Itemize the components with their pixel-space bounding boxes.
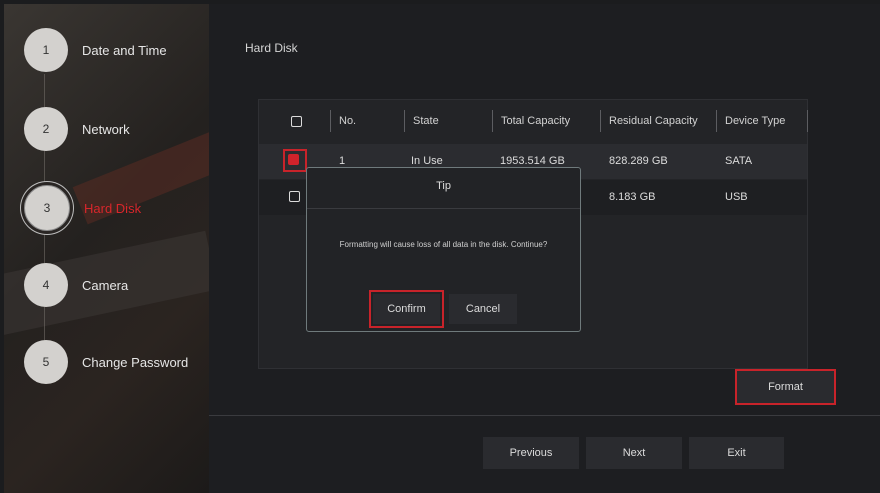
header-no: No. <box>339 115 357 127</box>
confirm-button[interactable]: Confirm <box>373 294 440 324</box>
step-number: 2 <box>24 107 68 151</box>
dialog-message: Formatting will cause loss of all data i… <box>339 240 548 249</box>
step-date-and-time[interactable]: 1 Date and Time <box>4 28 167 72</box>
row-checkbox[interactable] <box>288 154 299 165</box>
wizard-sidebar: 1 Date and Time 2 Network 3 Hard Disk 4 … <box>4 4 209 493</box>
header-state: State <box>413 115 439 127</box>
step-camera[interactable]: 4 Camera <box>4 263 128 307</box>
step-number: 3 <box>24 185 70 231</box>
dialog-title: Tip <box>307 168 580 209</box>
cell-residual-capacity: 828.289 GB <box>609 155 668 167</box>
cancel-button[interactable]: Cancel <box>449 294 517 324</box>
cell-state: In Use <box>411 155 443 167</box>
header-total-capacity: Total Capacity <box>501 115 571 127</box>
previous-button[interactable]: Previous <box>483 437 579 469</box>
column-divider <box>404 110 405 132</box>
step-number: 1 <box>24 28 68 72</box>
cell-no: 1 <box>339 155 346 167</box>
main-panel: Hard Disk No. State Total Capacity Resid… <box>209 4 880 493</box>
footer-divider <box>209 415 880 416</box>
step-label: Change Password <box>82 354 189 370</box>
format-button[interactable]: Format <box>737 371 834 403</box>
step-network[interactable]: 2 Network <box>4 107 130 151</box>
column-divider <box>330 110 331 132</box>
tip-dialog: Tip Formatting will cause loss of all da… <box>306 167 581 332</box>
select-all-checkbox[interactable] <box>291 116 302 127</box>
step-label: Date and Time <box>82 42 167 58</box>
table-header: No. State Total Capacity Residual Capaci… <box>259 100 808 144</box>
row-checkbox[interactable] <box>289 191 300 202</box>
step-hard-disk[interactable]: 3 Hard Disk <box>4 185 141 231</box>
step-change-password[interactable]: 5 Change Password <box>4 340 188 384</box>
step-label: Network <box>82 121 130 137</box>
column-divider <box>492 110 493 132</box>
column-divider <box>600 110 601 132</box>
cell-residual-capacity: 8.183 GB <box>609 191 656 203</box>
header-residual-capacity: Residual Capacity <box>609 115 698 127</box>
column-divider <box>807 110 808 132</box>
cell-device-type: SATA <box>725 155 753 167</box>
header-device-type: Device Type <box>725 115 786 127</box>
cell-total-capacity: 1953.514 GB <box>500 155 565 167</box>
column-divider <box>716 110 717 132</box>
exit-button[interactable]: Exit <box>689 437 784 469</box>
cell-device-type: USB <box>725 191 748 203</box>
page-title: Hard Disk <box>245 41 298 55</box>
step-number: 4 <box>24 263 68 307</box>
next-button[interactable]: Next <box>586 437 682 469</box>
step-label: Camera <box>82 277 129 293</box>
step-label: Hard Disk <box>84 200 142 216</box>
step-number: 5 <box>24 340 68 384</box>
